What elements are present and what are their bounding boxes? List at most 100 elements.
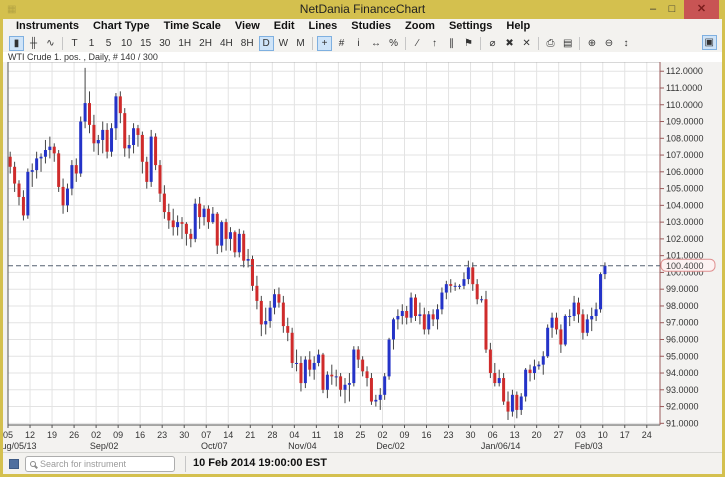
toolbar-trend-line-button[interactable]: ∕ xyxy=(410,36,425,51)
candle xyxy=(383,376,386,394)
menu-item-edit[interactable]: Edit xyxy=(267,19,302,34)
candle xyxy=(198,204,201,217)
x-axis-month-label: Dec/02 xyxy=(376,441,405,451)
candle xyxy=(207,209,210,222)
close-button[interactable]: ✕ xyxy=(684,0,719,19)
y-axis-label: 112.0000 xyxy=(666,66,703,76)
menu-item-time-scale[interactable]: Time Scale xyxy=(157,19,228,34)
toolbar-group: ⎙▤ xyxy=(542,36,576,51)
candle xyxy=(9,157,12,167)
candle xyxy=(427,314,430,329)
toolbar-timeframe-30-button[interactable]: 30 xyxy=(156,36,173,51)
toolbar-timeframe-5-button[interactable]: 5 xyxy=(101,36,116,51)
menu-item-zoom[interactable]: Zoom xyxy=(398,19,442,34)
candle xyxy=(489,350,492,373)
toolbar-timeframe-15-button[interactable]: 15 xyxy=(137,36,154,51)
toolbar-timeframe-4H-button[interactable]: 4H xyxy=(217,36,236,51)
candle xyxy=(220,222,223,245)
toolbar-timeframe-1H-button[interactable]: 1H xyxy=(175,36,194,51)
toolbar-timeframe-1-button[interactable]: 1 xyxy=(84,36,99,51)
candle xyxy=(361,360,364,372)
menu-item-studies[interactable]: Studies xyxy=(344,19,398,34)
toolbar-separator xyxy=(579,37,580,50)
candle xyxy=(396,316,399,319)
toolbar-info-button[interactable]: i xyxy=(351,36,366,51)
dock-panel-button[interactable]: ▣ xyxy=(702,35,717,50)
menu-item-help[interactable]: Help xyxy=(499,19,537,34)
menu-item-lines[interactable]: Lines xyxy=(302,19,345,34)
x-axis-label: 03 xyxy=(576,430,586,440)
toolbar-scroll-horizontal-button[interactable]: ↔ xyxy=(368,36,384,51)
candle xyxy=(97,140,100,143)
workspace-grid-icon[interactable] xyxy=(9,459,19,469)
toolbar-group: ∕↑∥⚑ xyxy=(409,36,477,51)
candle xyxy=(114,96,117,128)
candle xyxy=(203,209,206,217)
toolbar-line-chart-button[interactable]: ∿ xyxy=(43,36,58,51)
x-axis-label: 30 xyxy=(179,430,189,440)
candle xyxy=(507,402,510,412)
menu-item-view[interactable]: View xyxy=(228,19,267,34)
chart-canvas[interactable]: 91.000092.000093.000094.000095.000096.00… xyxy=(3,62,722,452)
menu-item-instruments[interactable]: Instruments xyxy=(9,19,86,34)
candle xyxy=(66,189,69,206)
menu-item-chart-type[interactable]: Chart Type xyxy=(86,19,157,34)
x-axis-label: 30 xyxy=(466,430,476,440)
candle xyxy=(405,311,408,318)
candle xyxy=(590,316,593,319)
candle xyxy=(150,137,153,182)
y-axis-label: 106.0000 xyxy=(666,167,704,177)
candle xyxy=(44,150,47,157)
candle xyxy=(551,318,554,328)
menu-item-settings[interactable]: Settings xyxy=(442,19,499,34)
candle xyxy=(291,333,294,363)
toolbar-delete-all-button[interactable]: ✕ xyxy=(519,36,534,51)
maximize-button[interactable]: □ xyxy=(663,0,681,19)
toolbar-ohlc-bar-chart-button[interactable]: ╫ xyxy=(26,36,41,51)
candle xyxy=(26,172,29,216)
toolbar-delete-selected-button[interactable]: ✖ xyxy=(502,36,517,51)
x-axis-month-label: Aug/05/13 xyxy=(3,441,37,451)
toolbar-crosshair-button[interactable]: + xyxy=(317,36,332,51)
candle xyxy=(352,350,355,384)
toolbar-fit-vertical-button[interactable]: ↕ xyxy=(618,36,633,51)
candle xyxy=(326,375,329,390)
toolbar-candlestick-chart-button[interactable]: ▮ xyxy=(9,36,24,51)
toolbar-eraser-button[interactable]: ⌀ xyxy=(485,36,500,51)
candle xyxy=(264,321,267,324)
toolbar-zoom-in-button[interactable]: ⊕ xyxy=(584,36,599,51)
toolbar-vertical-line-button[interactable]: ↑ xyxy=(427,36,442,51)
search-input[interactable] xyxy=(40,459,170,469)
toolbar-timeframe-W-button[interactable]: W xyxy=(276,36,291,51)
toolbar-percent-scale-button[interactable]: % xyxy=(386,36,401,51)
x-axis-month-label: Oct/07 xyxy=(201,441,228,451)
minimize-button[interactable]: – xyxy=(644,0,662,19)
toolbar-timeframe-2H-button[interactable]: 2H xyxy=(196,36,215,51)
toolbar-separator xyxy=(62,37,63,50)
toolbar-timeframe-10-button[interactable]: 10 xyxy=(118,36,135,51)
toolbar-zoom-out-button[interactable]: ⊖ xyxy=(601,36,616,51)
toolbar-export-button[interactable]: ▤ xyxy=(560,36,575,51)
toolbar-parallel-channel-button[interactable]: ∥ xyxy=(444,36,459,51)
toolbar-flag-marker-button[interactable]: ⚑ xyxy=(461,36,476,51)
toolbar-timeframe-D-button[interactable]: D xyxy=(259,36,274,51)
candle xyxy=(238,234,241,252)
toolbar-timeframe-M-button[interactable]: M xyxy=(293,36,308,51)
menu-bar: InstrumentsChart TypeTime ScaleViewEditL… xyxy=(3,19,722,34)
candle xyxy=(163,194,166,212)
candle xyxy=(247,259,250,261)
candle xyxy=(251,259,254,286)
candle xyxy=(158,165,161,194)
candle xyxy=(573,303,576,316)
toolbar: ▣ ▮╫∿T151015301H2H4H8HDWM+#i↔%∕↑∥⚑⌀✖✕⎙▤⊕… xyxy=(3,34,722,52)
toolbar-timeframe-T-button[interactable]: T xyxy=(67,36,82,51)
toolbar-grid-toggle-button[interactable]: # xyxy=(334,36,349,51)
toolbar-print-button[interactable]: ⎙ xyxy=(543,36,558,51)
toolbar-timeframe-8H-button[interactable]: 8H xyxy=(238,36,257,51)
instrument-search-box[interactable] xyxy=(25,456,175,472)
timestamp: 10 Feb 2014 19:00:00 EST xyxy=(193,457,327,469)
candle xyxy=(216,214,219,246)
candle xyxy=(515,395,518,410)
x-axis-label: 16 xyxy=(422,430,432,440)
y-axis-label: 96.0000 xyxy=(666,334,699,344)
